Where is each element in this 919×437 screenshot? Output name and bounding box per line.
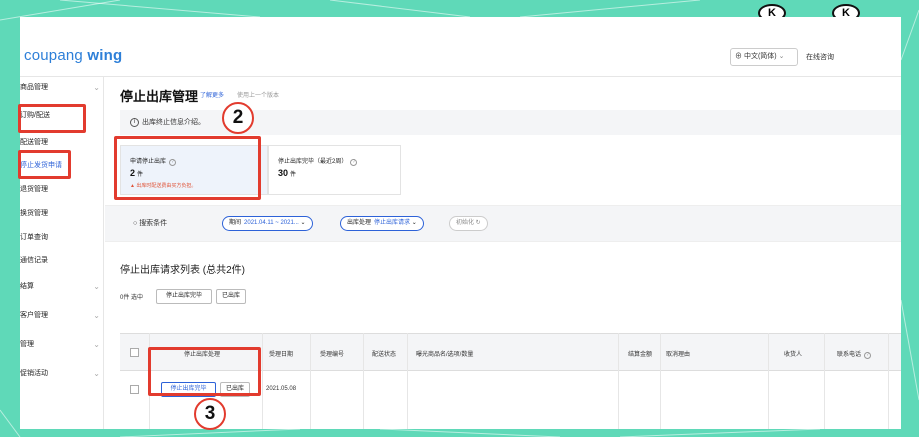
sidebar-item-delivery[interactable]: 配送管理 — [20, 136, 104, 150]
learn-more-link[interactable]: 了解更多 — [200, 90, 224, 99]
chevron-down-icon: ⌄ — [93, 311, 100, 320]
highlight-box-orders — [18, 104, 86, 133]
sidebar-item-exchanges[interactable]: 换货管理 — [20, 207, 104, 221]
search-label: ○ 搜索条件 — [133, 220, 168, 227]
column-divider — [363, 333, 364, 429]
globe-icon: ⊕ — [735, 53, 742, 60]
chevron-down-icon: ⌄ — [93, 340, 100, 349]
reset-button[interactable]: 初始化 ↻ — [449, 216, 488, 231]
select-all-checkbox[interactable] — [130, 348, 139, 357]
highlight-box-stop-shipment — [18, 150, 71, 179]
column-divider — [310, 333, 311, 429]
language-select[interactable]: ⊕ 中文(简体) ⌄ — [730, 48, 798, 66]
sidebar-item-promotions[interactable]: 促销活动 ⌄ — [20, 367, 104, 381]
search-icon: ○ — [133, 220, 138, 227]
sidebar-item-order-search[interactable]: 订单查询 — [20, 231, 104, 245]
th-amount: 结算金额 — [628, 352, 653, 358]
sidebar-item-settlement[interactable]: 结算 ⌄ — [20, 280, 104, 294]
bulk-shipped-button[interactable]: 已出库 — [216, 289, 246, 304]
chevron-down-icon: ⌄ — [778, 53, 785, 60]
previous-version-link[interactable]: 使用上一个版本 — [237, 90, 279, 99]
chevron-down-icon: ⌄ — [93, 369, 100, 378]
help-icon: ? — [350, 159, 358, 166]
th-recipient: 收货人 — [784, 352, 803, 358]
sidebar-item-communication-log[interactable]: 通信记录 — [20, 254, 104, 268]
chevron-down-icon: ⌄ — [93, 282, 100, 291]
chevron-down-icon: ⌄ — [93, 83, 100, 92]
column-divider — [888, 333, 889, 429]
column-divider — [824, 333, 825, 429]
column-divider — [407, 333, 408, 429]
sidebar-item-returns[interactable]: 退货管理 — [20, 183, 104, 197]
highlight-box-stop-request — [114, 136, 261, 200]
sidebar-item-products[interactable]: 商品管理 ⌄ — [20, 81, 104, 95]
coupang-wing-logo[interactable]: coupang wing — [24, 47, 122, 64]
search-bar: ○ 搜索条件 期间 2021.04.11 ~ 2021... ⌄ 出库处理 停止出库… — [105, 205, 901, 242]
column-divider — [262, 333, 263, 429]
th-number: 受理编号 — [320, 352, 345, 358]
sidebar-item-management[interactable]: 管理 ⌄ — [20, 338, 104, 352]
chevron-down-icon: ⌄ — [298, 220, 306, 226]
th-product: 曝光商品名/选项/数量 — [416, 352, 474, 358]
period-filter[interactable]: 期间 2021.04.11 ~ 2021... ⌄ — [222, 216, 313, 231]
th-date: 受理日期 — [269, 352, 294, 358]
page-title: 停止出库管理 — [120, 89, 199, 104]
card-stop-completed[interactable]: 停止出库完毕（最近2周）? 30 件 — [268, 145, 401, 195]
selected-count: 0件 选中 — [120, 295, 144, 301]
status-filter[interactable]: 出库处理 停止出库请求 ⌄ — [340, 216, 424, 231]
card-label: 停止出库完毕（最近2周）? — [278, 156, 358, 166]
th-cancel-reason: 取消理由 — [666, 352, 691, 358]
highlight-box-row-actions — [148, 347, 261, 396]
cell-date: 2021.05.08 — [266, 386, 297, 392]
step-3-badge: 3 — [194, 398, 226, 430]
th-delivery-status: 配送状态 — [372, 352, 397, 358]
column-divider — [618, 333, 619, 429]
chevron-down-icon: ⌄ — [410, 220, 417, 226]
row-checkbox[interactable] — [130, 385, 139, 394]
column-divider — [768, 333, 769, 429]
refresh-icon: ↻ — [474, 220, 481, 226]
step-2-badge: 2 — [222, 102, 254, 134]
online-consult-link[interactable]: 在线咨询 — [806, 52, 834, 62]
sidebar-item-customers[interactable]: 客户管理 ⌄ — [20, 309, 104, 323]
card-count: 30 件 — [278, 168, 297, 178]
list-title: 停止出库请求列表 (总共2件) — [120, 265, 245, 276]
bulk-stop-complete-button[interactable]: 停止出库完毕 — [156, 289, 212, 304]
info-icon: i — [130, 117, 139, 127]
help-icon: ? — [864, 352, 872, 359]
column-divider — [660, 333, 661, 429]
top-bar: coupang wing ⊕ 中文(简体) ⌄ 在线咨询 — [20, 17, 901, 77]
th-phone: 联系电话? — [837, 349, 872, 359]
